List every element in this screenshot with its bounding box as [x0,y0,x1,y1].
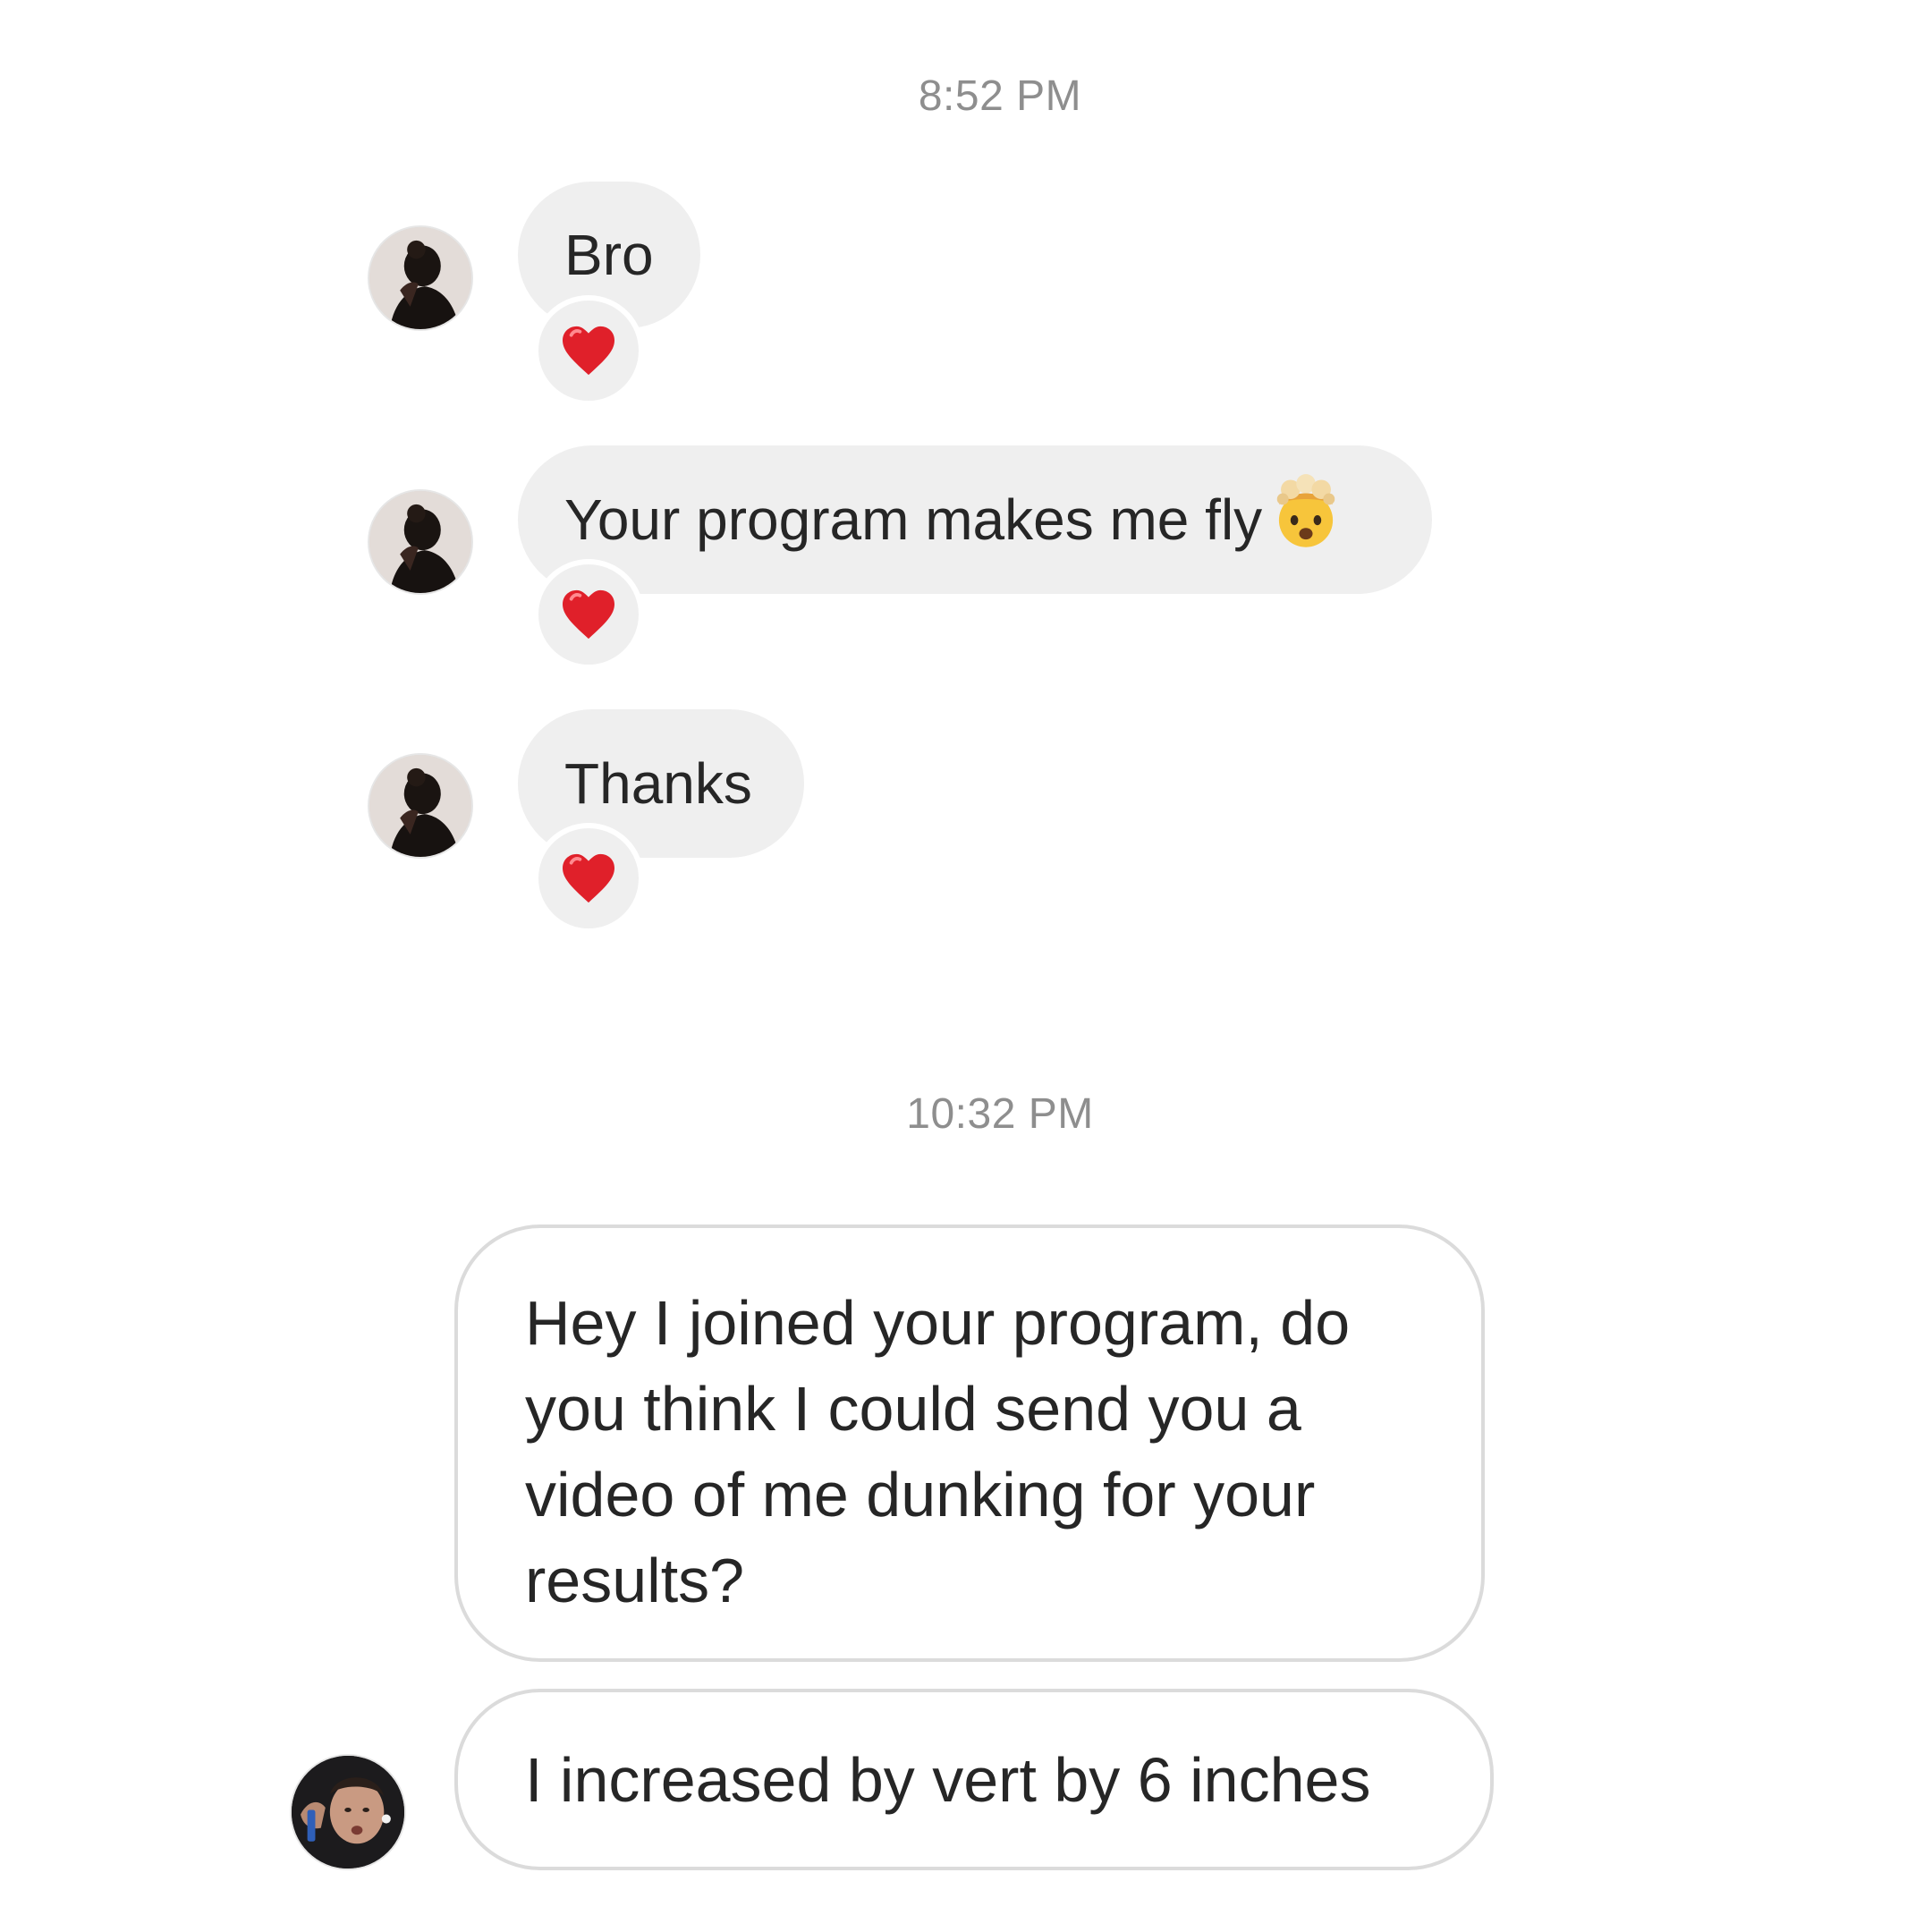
reaction-badge[interactable] [533,295,644,406]
exploding-head-emoji-icon [1276,474,1335,547]
outgoing-message-bubble[interactable]: I increased by vert by 6 inches [454,1689,1494,1870]
message-text: Thanks [564,751,752,816]
reaction-badge[interactable] [533,559,644,670]
person-photo-icon [292,1756,404,1868]
sender-avatar[interactable] [369,491,471,593]
sender-avatar[interactable] [369,227,471,329]
red-heart-icon [563,326,614,376]
timestamp-2: 10:32 PM [906,1090,1094,1138]
message-text: I increased by vert by 6 inches [525,1744,1371,1815]
reaction-badge[interactable] [533,823,644,934]
message-text: Your program makes me fly [564,487,1263,552]
incoming-message-bubble[interactable]: Your program makes me fly [518,445,1432,594]
timestamp-1: 8:52 PM [918,72,1082,120]
person-silhouette-icon [369,227,471,329]
person-silhouette-icon [369,755,471,857]
message-text: Hey I joined your program, do you think … [525,1288,1351,1615]
sender-avatar[interactable] [369,755,471,857]
red-heart-icon [563,853,614,903]
person-silhouette-icon [369,491,471,593]
red-heart-icon [563,589,614,640]
own-avatar[interactable] [292,1756,404,1868]
outgoing-message-bubble[interactable]: Hey I joined your program, do you think … [454,1224,1485,1662]
message-text: Bro [564,223,654,287]
